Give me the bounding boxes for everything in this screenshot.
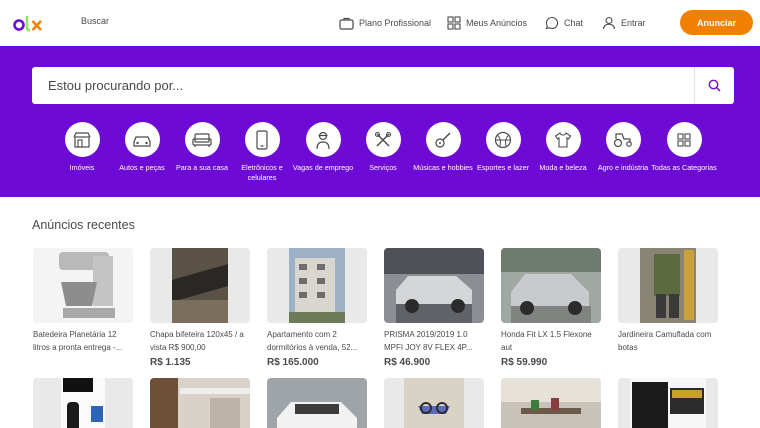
grid-icon [447,16,461,30]
listing-title: Jardineira Camuflada com botas [618,330,712,352]
search-link[interactable]: Buscar [81,16,109,26]
chat-icon [545,16,559,30]
hero-band: Estou procurando por... Imóveis Autos e … [0,46,760,197]
ball-icon [494,131,512,148]
category-label: Agro e indústria [597,163,649,172]
search-box[interactable]: Estou procurando por... [32,67,734,104]
listing-card[interactable]: PRISMA 2019/2019 1.0 MPFI JOY 8V FLEX 4P… [384,248,484,368]
store-icon [73,131,91,148]
listing-card[interactable] [618,378,718,428]
briefcase-icon [339,17,354,30]
category-eletronicos[interactable]: Eletrônicos e celulares [227,122,297,183]
nav-label: Plano Profissional [359,18,432,28]
category-todas[interactable]: Todas as Categorias [649,122,719,173]
tools-icon [374,131,392,147]
listing-card[interactable] [501,378,601,428]
category-label: Eletrônicos e celulares [241,163,283,182]
listing-card[interactable]: Apartamento com 2 dormitórios à venda, 5… [267,248,367,368]
apps-icon [677,132,691,147]
nav-meus-anuncios[interactable]: Meus Anúncios [447,14,527,32]
listing-price: R$ 165.000 [267,357,319,368]
guitar-icon [435,132,451,148]
worker-icon [316,131,330,149]
listing-image[interactable] [150,378,250,428]
user-icon [602,16,616,30]
listing-card[interactable] [267,378,367,428]
category-label: Todas as Categorias [651,163,717,172]
search-button[interactable] [695,67,734,104]
listing-card[interactable]: Chapa bifeteira 120x45 / a vista R$ 900,… [150,248,250,368]
listing-image[interactable] [384,248,484,323]
search-input[interactable]: Estou procurando por... [48,78,183,93]
listing-image[interactable] [618,378,718,428]
nav-plano-profissional[interactable]: Plano Profissional [339,14,431,32]
listing-image[interactable] [267,248,367,323]
listing-image[interactable] [150,248,250,323]
nav-chat[interactable]: Chat [545,14,583,32]
listing-image[interactable] [501,248,601,323]
listing-card[interactable] [384,378,484,428]
listing-card[interactable] [150,378,250,428]
nav-label: Chat [564,18,584,28]
listing-image[interactable] [384,378,484,428]
section-title: Anúncios recentes [32,218,135,232]
listing-price: R$ 59.990 [501,357,548,368]
nav-label: Meus Anúncios [466,18,528,28]
listing-title: Chapa bifeteira 120x45 / a vista R$ 900,… [150,330,244,352]
anunciar-button[interactable]: Anunciar [680,10,753,35]
search-icon [708,79,721,92]
listing-card[interactable]: Batedeira Planetária 12 litros a pronta … [33,248,133,354]
listing-price: R$ 1.135 [150,357,191,368]
listing-title: Apartamento com 2 dormitórios à venda, 5… [267,330,358,352]
listing-card[interactable] [33,378,133,428]
listing-image[interactable] [267,378,367,428]
olx-logo[interactable] [13,12,45,34]
shirt-icon [554,131,572,148]
category-agro[interactable]: Agro e indústria [588,122,658,173]
phone-icon [256,129,268,150]
listing-image[interactable] [618,248,718,323]
top-header: Buscar Plano Profissional Meus Anúncios … [0,0,760,46]
listing-price: R$ 46.900 [384,357,431,368]
car-icon [133,135,151,147]
listing-image[interactable] [33,378,133,428]
listing-title: PRISMA 2019/2019 1.0 MPFI JOY 8V FLEX 4P… [384,330,473,352]
listing-image[interactable] [501,378,601,428]
listing-image[interactable] [33,248,133,323]
listing-card[interactable]: Honda Fit LX 1.5 Flexone aut R$ 59.990 [501,248,601,368]
listing-title: Honda Fit LX 1.5 Flexone aut [501,330,592,352]
nav-label: Entrar [621,18,646,28]
listing-card[interactable]: Jardineira Camuflada com botas [618,248,718,354]
tractor-icon [613,132,632,147]
sofa-icon [192,132,212,147]
nav-entrar[interactable]: Entrar [602,14,646,32]
listing-title: Batedeira Planetária 12 litros a pronta … [33,330,123,352]
